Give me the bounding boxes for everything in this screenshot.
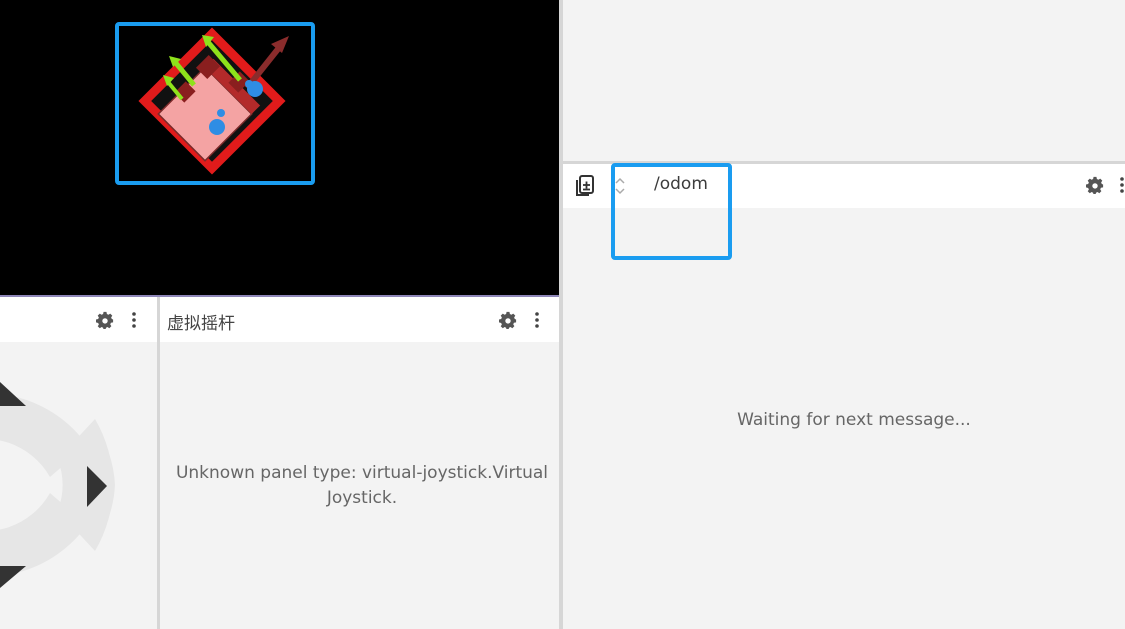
gear-icon[interactable] (94, 309, 116, 331)
teleop-panel-body (0, 342, 157, 629)
clipboard-icon[interactable] (572, 173, 598, 199)
teleop-toolbar (0, 297, 157, 342)
unknown-panel-message: Unknown panel type: virtual-joystick.Vir… (175, 463, 549, 508)
waiting-message: Waiting for next message... (737, 410, 971, 430)
vertical-ellipsis-icon[interactable] (1117, 174, 1125, 196)
empty-panel (563, 0, 1125, 161)
robot-highlight-box (115, 22, 315, 185)
panel-title[interactable]: 虚拟摇杆 (167, 309, 235, 334)
gear-icon[interactable] (1084, 174, 1106, 196)
gear-icon[interactable] (497, 309, 519, 331)
vertical-ellipsis-icon[interactable] (532, 309, 542, 331)
down-arrow-icon (0, 566, 26, 588)
vertical-ellipsis-icon[interactable] (129, 309, 139, 331)
directional-pad[interactable] (0, 342, 157, 629)
topic-highlight-box (611, 163, 732, 260)
